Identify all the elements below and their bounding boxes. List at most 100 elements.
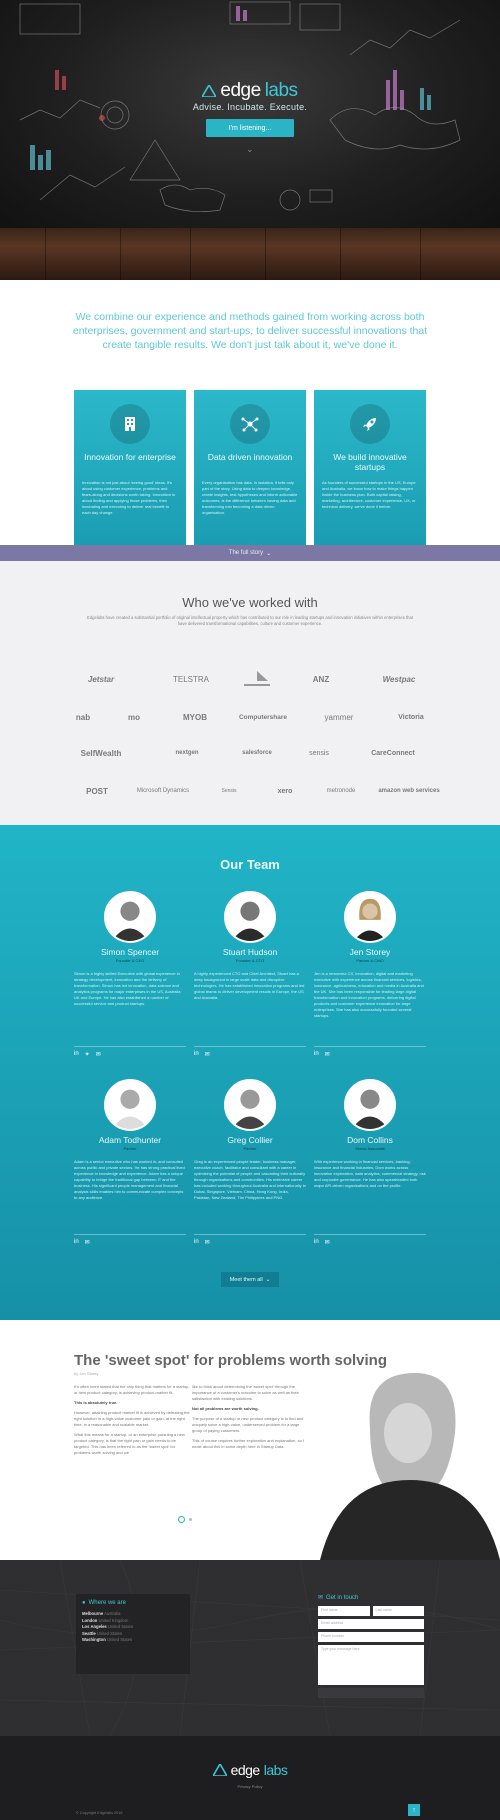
chevron-down-icon: ⌄ <box>266 550 272 557</box>
form-title: Get in touch <box>326 1594 359 1601</box>
client-logo-victoria: Victoria <box>398 713 424 721</box>
full-story-label: The full story <box>228 550 264 556</box>
office-country: Australia <box>104 1611 121 1616</box>
client-logo-auspost: POST <box>86 786 108 796</box>
member-role: Founder & CTO <box>235 958 265 963</box>
feature-text: Innovation is not just about 'seeing goo… <box>82 480 175 515</box>
member-name: Stuart Hudson <box>222 947 278 957</box>
client-logo-telstra: TELSTRA <box>172 674 209 684</box>
map-background <box>0 1560 500 1736</box>
linkedin-icon[interactable]: in <box>194 1239 199 1246</box>
member-bio: Adam is a senior executive who has worke… <box>74 1159 185 1200</box>
blog-paragraph: like to think about determining the 'swe… <box>192 1384 299 1401</box>
email-icon[interactable]: ✉ <box>96 1051 101 1058</box>
client-logo-nextgen: nextgen <box>175 750 199 756</box>
team-member-card: Jen Storey Partner & CMO Jen is a renown… <box>314 891 426 1071</box>
linkedin-icon[interactable]: in <box>314 1051 319 1058</box>
privacy-link[interactable]: Privacy Policy <box>0 1784 500 1789</box>
member-name: Simon Spencer <box>100 947 160 957</box>
member-role: Partner & CMO <box>356 958 384 963</box>
first-name-field[interactable]: First name <box>318 1606 370 1616</box>
member-role: Partner <box>243 1146 257 1151</box>
feature-title: Data driven innovation <box>207 452 293 462</box>
client-logo-anz: ANZ <box>312 674 330 684</box>
team-member-card: Adam Todhunter Partner Adam is a senior … <box>74 1079 186 1259</box>
intro-text: We combine our experience and methods ga… <box>72 311 428 351</box>
linkedin-icon[interactable]: in <box>74 1239 79 1246</box>
hero-cta-button[interactable]: I'm listening... <box>206 119 294 137</box>
network-icon <box>230 404 270 444</box>
offices-panel: ● Where we are Melbourne Australia London… <box>76 1594 190 1674</box>
blog-column-1: It's often been stated that the only thi… <box>74 1384 190 1460</box>
full-story-button[interactable]: The full story ⌄ <box>0 545 500 561</box>
email-icon[interactable]: ✉ <box>205 1051 210 1058</box>
send-button[interactable] <box>318 1688 424 1698</box>
client-logo-xero: xero <box>277 787 293 795</box>
client-logo-careconnect: CareConnect <box>371 749 415 757</box>
avatar <box>224 1079 276 1131</box>
member-bio: A highly experienced CTO and Chief Archi… <box>194 971 305 1000</box>
hero-tagline: Advise. Incubate. Execute. <box>192 102 308 112</box>
commonwealth-logo-icon <box>244 671 270 686</box>
blog-paragraph: This is absolutely true. <box>74 1400 190 1406</box>
email-icon[interactable]: ✉ <box>85 1239 90 1246</box>
chevron-up-icon: ↑ <box>412 1806 416 1814</box>
message-field[interactable]: Type your message here <box>318 1645 424 1685</box>
team-section: Our Team Simon Spencer Founder & CEO Sim… <box>0 825 500 1320</box>
office-country: United Kingdom <box>98 1617 129 1623</box>
member-name: Greg Collier <box>227 1135 273 1145</box>
blog-paragraph: Not all problems are worth solving. <box>192 1406 308 1412</box>
logo-word-edge: edge <box>230 1762 261 1778</box>
email-icon[interactable]: ✉ <box>325 1051 330 1058</box>
blog-paragraph: The purpose of a startup or new product … <box>192 1416 304 1433</box>
pager-dot[interactable] <box>189 1518 192 1521</box>
linkedin-icon[interactable]: in <box>314 1239 319 1246</box>
meet-them-all-button[interactable]: Meet them all ⌄ <box>221 1272 279 1287</box>
phone-field[interactable]: Phone number <box>318 1632 424 1642</box>
logo-word-labs: labs <box>264 80 298 101</box>
member-name: Adam Todhunter <box>98 1135 162 1145</box>
email-icon[interactable]: ✉ <box>325 1239 330 1246</box>
twitter-icon[interactable]: ✦ <box>85 1051 90 1058</box>
contact-form: ✉ Get in touch First name Last name Email… <box>318 1594 424 1698</box>
blog-paragraph: It's often been stated that the only thi… <box>74 1384 190 1395</box>
office-country: United States <box>96 1630 123 1636</box>
divider <box>74 1234 186 1235</box>
clients-subtitle: Edgelabs have created a substantial port… <box>87 615 413 626</box>
pager-dot-active[interactable] <box>178 1516 185 1523</box>
client-logo-metronode: metronode <box>326 788 356 794</box>
avatar <box>104 1079 156 1131</box>
feature-card-enterprise: Innovation for enterprise Innovation is … <box>74 390 186 545</box>
blog-column-2: like to think about determining the 'swe… <box>192 1384 308 1454</box>
feature-card-startups: We build innovative startups As founders… <box>314 390 426 545</box>
divider <box>194 1234 306 1235</box>
office-city: London <box>82 1617 98 1623</box>
client-logo-commonwealth <box>226 667 288 691</box>
client-logo-sensis-2: Sensis <box>221 788 237 794</box>
copyright-text: © Copyright Edgelabs 2016 <box>76 1811 123 1815</box>
office-country: United States <box>106 1637 133 1642</box>
back-to-top-button[interactable]: ↑ <box>408 1804 420 1816</box>
office-city: Los Angeles <box>82 1624 107 1629</box>
client-logo-salesforce: salesforce <box>242 750 272 756</box>
rocket-icon <box>350 404 390 444</box>
member-name: Dom Collins <box>347 1135 393 1145</box>
avatar <box>344 891 396 943</box>
avatar <box>104 891 156 943</box>
last-name-field[interactable]: Last name <box>372 1606 424 1616</box>
chevron-down-icon[interactable]: ⌄ <box>246 144 254 155</box>
feature-text: Every organisation has data. In isolatio… <box>202 480 298 515</box>
office-city: Seattle <box>82 1630 96 1636</box>
linkedin-icon[interactable]: in <box>194 1051 199 1058</box>
client-logo-westpac: Westpac <box>382 674 416 684</box>
member-name: Jen Storey <box>349 947 391 957</box>
email-field[interactable]: Email address <box>318 1619 424 1629</box>
email-icon[interactable]: ✉ <box>205 1239 210 1246</box>
team-member-card: Stuart Hudson Founder & CTO A highly exp… <box>194 891 306 1071</box>
linkedin-icon[interactable]: in <box>74 1051 79 1058</box>
avatar <box>344 1079 396 1131</box>
office-item: Washington United States <box>82 1637 184 1644</box>
client-logo-mo: mo <box>128 712 140 722</box>
footer-logo: edge labs <box>0 1762 500 1778</box>
member-role: Partner <box>123 1146 137 1151</box>
